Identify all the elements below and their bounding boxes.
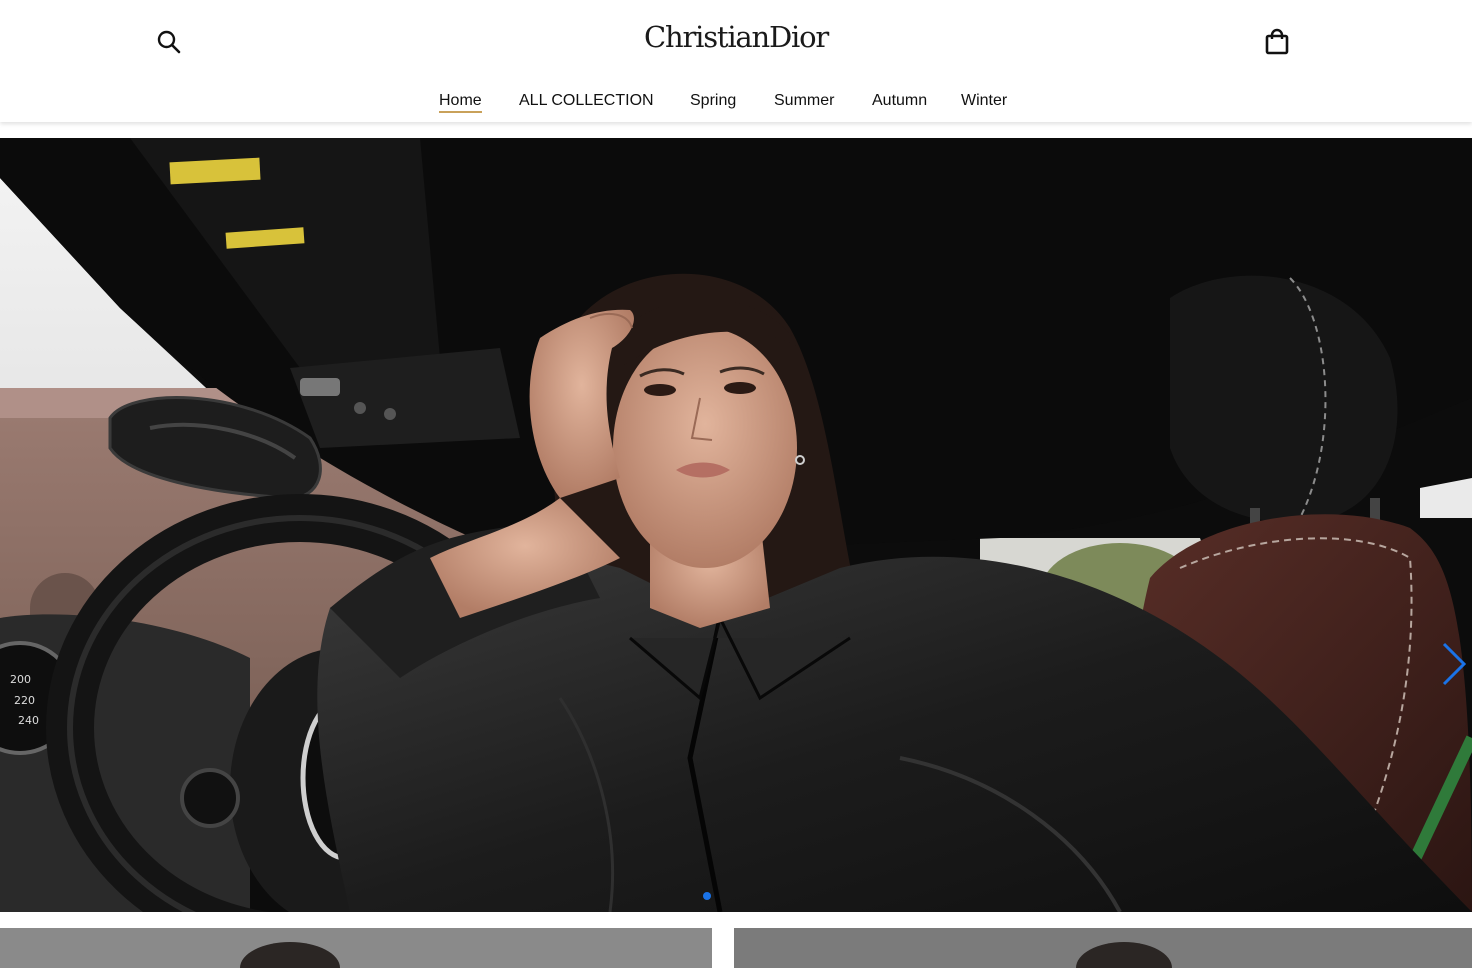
nav-item-all-collection[interactable]: ALL COLLECTION [519,92,654,110]
chevron-right-icon [1442,642,1467,686]
carousel-next-button[interactable] [1436,638,1472,690]
brand-logo[interactable]: ChristianDior [620,20,852,54]
nav-item-spring[interactable]: Spring [690,92,736,110]
nav-item-home[interactable]: Home [439,92,482,113]
collection-card-image [1076,942,1172,968]
shopping-bag-icon [1265,28,1289,55]
search-icon [157,30,181,54]
svg-text:200: 200 [10,673,31,686]
svg-text:240: 240 [18,714,39,727]
site-header: ChristianDior Home ALL COLLECTION Spring… [0,0,1472,122]
collection-card[interactable] [0,928,712,968]
svg-text:220: 220 [14,694,35,707]
nav-item-summer[interactable]: Summer [774,92,834,110]
main-nav: Home ALL COLLECTION Spring Summer Autumn… [0,90,1472,118]
search-button[interactable] [155,28,183,56]
hero-image: 200 220 240 [0,138,1472,912]
carousel-indicator-dot[interactable] [703,892,711,900]
hero-carousel[interactable]: 200 220 240 [0,138,1472,912]
collection-card[interactable] [734,928,1472,968]
collection-card-image [240,942,340,968]
nav-item-winter[interactable]: Winter [961,92,1007,110]
nav-item-autumn[interactable]: Autumn [872,92,927,110]
cart-button[interactable] [1262,27,1292,57]
